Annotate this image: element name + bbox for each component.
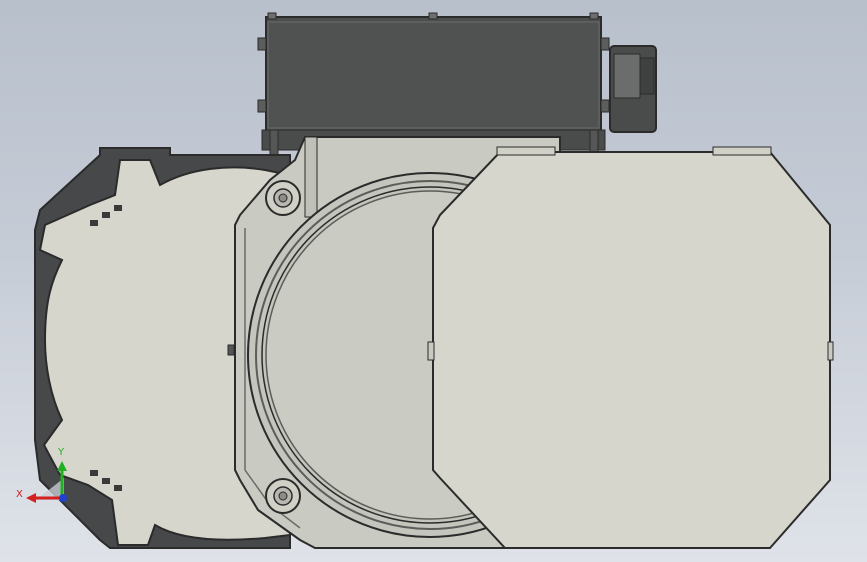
cable-gland[interactable] <box>609 45 657 133</box>
front-cover[interactable] <box>427 146 834 549</box>
cad-viewport[interactable]: X Y <box>0 0 867 562</box>
x-axis-label: X <box>16 489 23 500</box>
y-axis-label: Y <box>57 447 65 458</box>
z-axis-origin <box>59 494 67 502</box>
